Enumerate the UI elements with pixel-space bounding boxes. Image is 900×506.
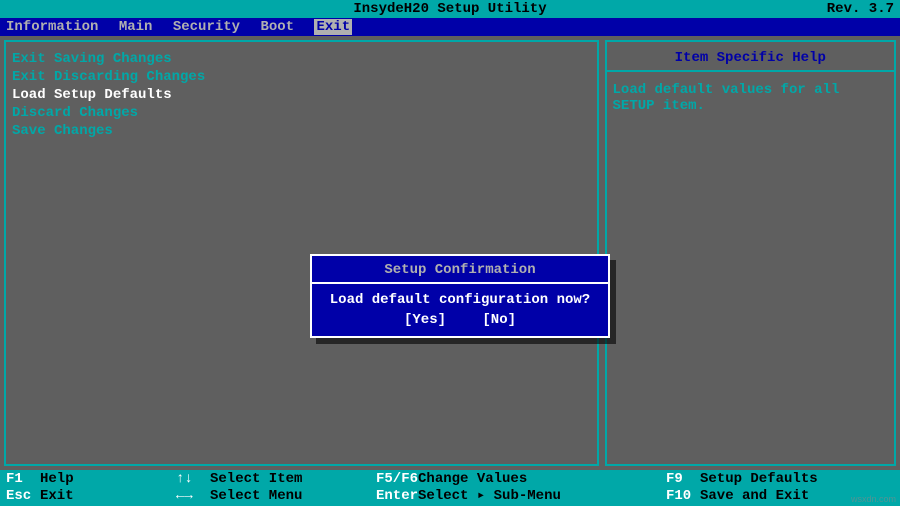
label-select-submenu: Select ▸ Sub-Menu xyxy=(418,488,561,505)
label-save-exit: Save and Exit xyxy=(700,488,809,505)
dialog-divider xyxy=(312,282,608,284)
exit-menu-pane: Exit Saving Changes Exit Discarding Chan… xyxy=(4,40,599,466)
help-pane: Item Specific Help Load default values f… xyxy=(605,40,896,466)
tab-information[interactable]: Information xyxy=(6,19,98,35)
dialog-button-row: [Yes] [No] xyxy=(316,312,604,328)
key-esc: Esc xyxy=(6,488,40,505)
watermark: wsxdn.com xyxy=(851,494,896,504)
dialog-title: Setup Confirmation xyxy=(316,262,604,278)
menu-save-changes[interactable]: Save Changes xyxy=(12,122,591,140)
key-f9: F9 xyxy=(666,471,700,488)
revision-label: Rev. 3.7 xyxy=(827,0,894,18)
label-setup-defaults: Setup Defaults xyxy=(700,471,818,488)
help-text-line2: SETUP item. xyxy=(613,98,888,114)
help-title: Item Specific Help xyxy=(613,50,888,66)
dialog-message: Load default configuration now? xyxy=(316,292,604,308)
tab-security[interactable]: Security xyxy=(173,19,240,35)
no-button[interactable]: [No] xyxy=(482,312,516,328)
tab-boot[interactable]: Boot xyxy=(260,19,294,35)
key-enter: Enter xyxy=(376,488,418,505)
main-area: Exit Saving Changes Exit Discarding Chan… xyxy=(0,36,900,470)
arrows-updown-icon: ↑↓ xyxy=(176,471,210,488)
label-help: Help xyxy=(40,471,74,488)
tab-main[interactable]: Main xyxy=(119,19,153,35)
key-f1: F1 xyxy=(6,471,40,488)
help-text-line1: Load default values for all xyxy=(613,82,888,98)
confirmation-dialog: Setup Confirmation Load default configur… xyxy=(310,254,610,338)
label-exit: Exit xyxy=(40,488,74,505)
footer-bar: F1Help ↑↓Select Item F5/F6Change Values … xyxy=(0,470,900,506)
arrows-leftright-icon: ←→ xyxy=(176,488,210,505)
tab-exit[interactable]: Exit xyxy=(314,19,352,35)
title-bar: InsydeH20 Setup Utility Rev. 3.7 xyxy=(0,0,900,18)
key-f10: F10 xyxy=(666,488,700,505)
app-title: InsydeH20 Setup Utility xyxy=(0,0,900,18)
label-select-item: Select Item xyxy=(210,471,302,488)
menu-discard-changes[interactable]: Discard Changes xyxy=(12,104,591,122)
label-select-menu: Select Menu xyxy=(210,488,302,505)
key-f5f6: F5/F6 xyxy=(376,471,418,488)
menu-exit-saving[interactable]: Exit Saving Changes xyxy=(12,50,591,68)
menu-exit-discarding[interactable]: Exit Discarding Changes xyxy=(12,68,591,86)
menu-load-defaults[interactable]: Load Setup Defaults xyxy=(12,86,591,104)
help-divider xyxy=(607,70,894,72)
yes-button[interactable]: [Yes] xyxy=(404,312,446,328)
label-change-values: Change Values xyxy=(418,471,527,488)
menu-bar: Information Main Security Boot Exit xyxy=(0,18,900,36)
